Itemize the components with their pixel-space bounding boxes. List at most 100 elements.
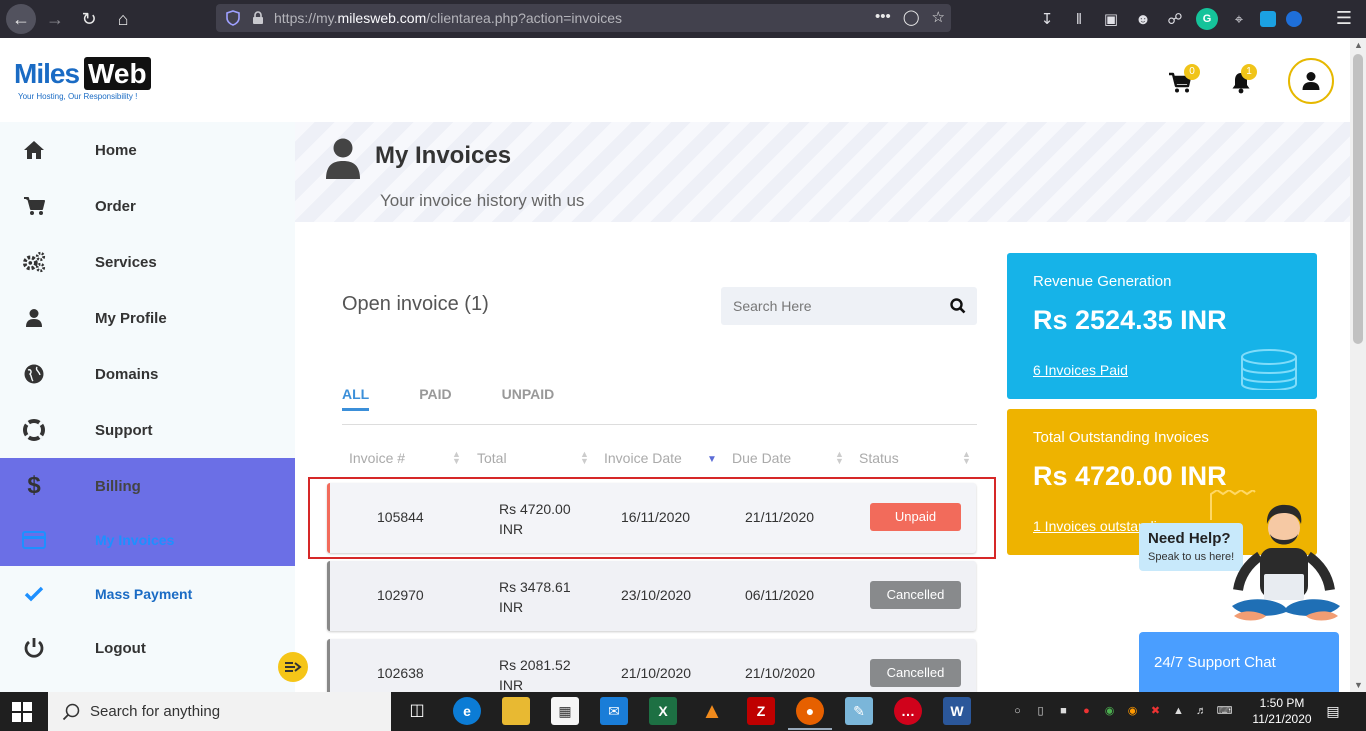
home-browser-icon[interactable]: ⌂ <box>108 4 138 34</box>
globe-icon <box>22 362 46 386</box>
user-account-button[interactable] <box>1288 58 1334 104</box>
extension-round-icon[interactable] <box>1286 11 1302 27</box>
firefox-icon[interactable]: ● <box>788 697 832 730</box>
tracking-shield-icon[interactable] <box>224 9 242 27</box>
tab-unpaid[interactable]: UNPAID <box>502 386 555 411</box>
search-icon[interactable] <box>949 297 967 315</box>
support-chat-button[interactable]: 24/7 Support Chat <box>1139 632 1339 692</box>
chat-app-icon[interactable]: … <box>894 697 922 725</box>
sort-icon[interactable]: ▲ ▼ <box>835 450 844 466</box>
crop-icon[interactable]: ⌖ <box>1228 8 1250 30</box>
store-icon[interactable]: ▦ <box>551 697 579 725</box>
table-row[interactable]: 102970 Rs 3478.61 INR 23/10/2020 06/11/20… <box>327 561 976 631</box>
need-help-subtitle: Speak to us here! <box>1148 551 1235 563</box>
sidebar-item-support[interactable]: Support <box>0 402 295 458</box>
tray-chrome-icon[interactable]: ◉ <box>1102 703 1117 718</box>
column-header-invoice[interactable]: Invoice # <box>349 450 405 466</box>
lock-icon[interactable] <box>250 11 266 25</box>
sidebar-item-home[interactable]: Home <box>0 122 295 178</box>
sidebar-item-label: Home <box>95 141 137 159</box>
vlc-icon[interactable]: ▲ <box>698 697 726 725</box>
extension-square-icon[interactable] <box>1260 11 1276 27</box>
column-header-due-date[interactable]: Due Date <box>732 450 791 466</box>
tray-volume-icon[interactable]: ♬ <box>1194 703 1209 718</box>
tab-paid[interactable]: PAID <box>419 386 451 411</box>
status-badge[interactable]: Cancelled <box>870 659 961 687</box>
mail-icon[interactable]: ✉ <box>600 697 628 725</box>
account-icon[interactable]: ☻ <box>1132 8 1154 30</box>
tray-phone-icon[interactable]: ▯ <box>1033 703 1048 718</box>
tray-chat-icon[interactable]: ○ <box>1010 703 1025 718</box>
url-text[interactable]: https://my.milesweb.com/clientarea.php?a… <box>274 10 622 26</box>
more-actions-icon[interactable]: ••• <box>875 8 891 26</box>
scrollbar-thumb[interactable] <box>1353 54 1363 344</box>
invoices-paid-link[interactable]: 6 Invoices Paid <box>1033 362 1128 378</box>
column-header-invoice-date[interactable]: Invoice Date <box>604 450 682 466</box>
status-badge[interactable]: Cancelled <box>870 581 961 609</box>
tray-app-icon[interactable]: ◉ <box>1125 703 1140 718</box>
notepad-icon[interactable]: ✎ <box>845 697 873 725</box>
sidebar-icon[interactable]: ▣ <box>1100 8 1122 30</box>
taskbar-clock[interactable]: 1:50 PM 11/21/2020 <box>1252 695 1312 727</box>
url-prefix: https://my. <box>274 10 338 26</box>
invoice-number: 102638 <box>377 665 424 681</box>
milesweb-logo[interactable]: Miles Web Your Hosting, Our Responsibili… <box>14 57 156 102</box>
back-arrow-icon[interactable]: ← <box>6 4 36 34</box>
need-help-bubble[interactable]: Need Help? Speak to us here! <box>1139 523 1243 571</box>
filezilla-icon[interactable]: Z <box>747 697 775 725</box>
download-icon[interactable]: ↧ <box>1036 8 1058 30</box>
column-header-total[interactable]: Total <box>477 450 507 466</box>
sidebar-item-label: Domains <box>95 365 159 383</box>
sort-icon[interactable]: ▲ ▼ <box>580 450 589 466</box>
tab-all[interactable]: ALL <box>342 386 370 411</box>
task-view-icon[interactable]: ◫ <box>403 697 431 725</box>
tray-network-icon[interactable]: ■ <box>1056 703 1071 718</box>
sort-desc-icon[interactable]: ▼ <box>707 455 717 465</box>
sidebar-item-services[interactable]: Services <box>0 234 295 290</box>
sort-icon[interactable]: ▲ ▼ <box>452 450 461 466</box>
support-mascot-icon[interactable] <box>1230 498 1342 643</box>
forward-arrow-icon[interactable]: → <box>40 4 70 34</box>
address-bar[interactable]: https://my.milesweb.com/clientarea.php?a… <box>216 4 951 32</box>
file-explorer-icon[interactable] <box>502 697 530 725</box>
browser-toolbar: ← → ↻ ⌂ https://my.milesweb.com/clientar… <box>0 0 1366 38</box>
scroll-up-icon[interactable]: ▲ <box>1354 40 1363 50</box>
page-scrollbar[interactable]: ▲ ▼ <box>1350 38 1366 692</box>
dollar-icon: $ <box>27 472 41 499</box>
sidebar-item-logout[interactable]: Logout <box>0 620 295 676</box>
notification-center-icon[interactable]: ▤ <box>1324 703 1342 719</box>
due-date: 06/11/2020 <box>745 587 815 603</box>
bookmark-star-icon[interactable]: ☆ <box>932 8 945 26</box>
word-icon[interactable]: W <box>943 697 971 725</box>
grammarly-icon[interactable]: G <box>1196 8 1218 30</box>
hamburger-menu-icon[interactable]: ☰ <box>1336 8 1352 29</box>
person-icon <box>325 138 361 185</box>
tray-language-icon[interactable]: ⌨ <box>1217 703 1233 718</box>
tray-shield-icon[interactable]: ✖ <box>1148 703 1163 718</box>
reload-icon[interactable]: ↻ <box>74 4 104 34</box>
sidebar-item-my-profile[interactable]: My Profile <box>0 290 295 346</box>
column-header-status[interactable]: Status <box>859 450 899 466</box>
tray-record-icon[interactable]: ● <box>1079 703 1094 718</box>
clock-time: 1:50 PM <box>1259 696 1305 710</box>
pocket-icon[interactable]: ◯ <box>903 8 920 26</box>
invoice-total-amount: Rs 3478.61 <box>499 579 571 595</box>
sidebar-item-mass-payment[interactable]: Mass Payment <box>0 566 295 622</box>
sort-icon[interactable]: ▲ ▼ <box>962 450 971 466</box>
edge-icon[interactable]: e <box>453 697 481 725</box>
scroll-down-icon[interactable]: ▼ <box>1354 680 1363 690</box>
system-tray: ○ ▯ ■ ● ◉ ◉ ✖ ▲ ♬ ⌨ <box>1010 703 1232 718</box>
sidebar-item-my-invoices[interactable]: My Invoices <box>0 514 295 566</box>
tray-wifi-icon[interactable]: ▲ <box>1171 703 1186 718</box>
taskbar-search[interactable]: Search for anything <box>48 692 391 731</box>
sidebar-item-billing[interactable]: $ Billing <box>0 458 295 514</box>
table-row[interactable]: 102638 Rs 2081.52 INR 21/10/2020 21/10/20… <box>327 639 976 692</box>
excel-icon[interactable]: X <box>649 697 677 725</box>
library-icon[interactable]: ‖ <box>1068 8 1090 30</box>
extension-link-icon[interactable]: ☍ <box>1164 8 1186 30</box>
windows-start-icon[interactable] <box>12 702 32 727</box>
search-input[interactable] <box>721 287 941 325</box>
sidebar-item-order[interactable]: Order <box>0 178 295 234</box>
sidebar-item-domains[interactable]: Domains <box>0 346 295 402</box>
collapse-sidebar-icon[interactable] <box>278 652 308 682</box>
